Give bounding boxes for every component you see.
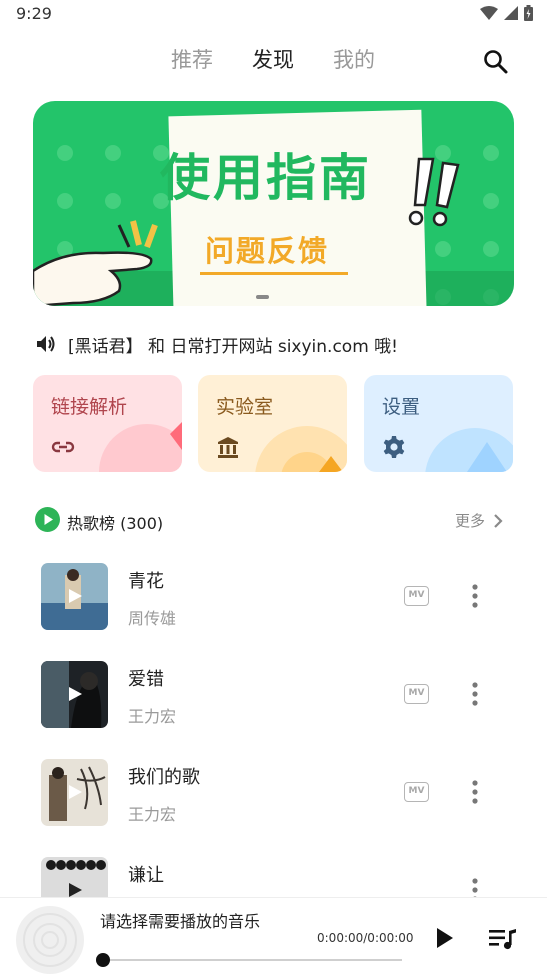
- album-cover[interactable]: [41, 661, 108, 728]
- disc-graphic: [23, 913, 77, 967]
- exclamation-marks-icon: [408, 157, 460, 227]
- album-art: [41, 661, 108, 728]
- notice-text: [黑话君】 和 日常打开网站 sixyin.com 哦!: [68, 336, 398, 357]
- mv-badge[interactable]: MV: [404, 586, 429, 606]
- wifi-icon: [480, 6, 498, 20]
- more-label: 更多: [454, 512, 485, 530]
- speaker-icon: [37, 336, 55, 352]
- link-parse-card[interactable]: 链接解析: [33, 375, 182, 472]
- card-label: 链接解析: [51, 396, 128, 418]
- cellular-signal-icon: [504, 6, 518, 20]
- play-icon[interactable]: [432, 926, 456, 950]
- song-artist: 周传雄: [128, 609, 177, 628]
- album-art: [41, 563, 108, 630]
- song-title: 青花: [128, 571, 164, 592]
- battery-icon: [524, 5, 533, 21]
- banner-page-indicator: [256, 295, 269, 299]
- song-row[interactable]: 青花 周传雄 MV: [0, 563, 547, 631]
- banner-title: 使用指南: [160, 149, 372, 207]
- card-decoration: [425, 428, 513, 472]
- album-cover[interactable]: [41, 759, 108, 826]
- more-button[interactable]: 更多: [455, 510, 503, 531]
- vinyl-disc-icon[interactable]: [16, 906, 84, 974]
- pointing-hand-icon: [33, 220, 158, 306]
- tab-discover[interactable]: 发现: [252, 44, 294, 74]
- more-vertical-icon[interactable]: [466, 779, 484, 805]
- mv-badge[interactable]: MV: [404, 684, 429, 704]
- link-icon: [51, 441, 75, 453]
- notice-bar[interactable]: [黑话君】 和 日常打开网站 sixyin.com 哦!: [36, 330, 398, 358]
- song-artist: 王力宏: [128, 707, 177, 726]
- progress-track[interactable]: [103, 959, 402, 961]
- card-label: 设置: [382, 396, 421, 418]
- song-row[interactable]: 爱错 王力宏 MV: [0, 661, 547, 729]
- status-bar: 9:29: [0, 0, 547, 28]
- progress-thumb[interactable]: [96, 953, 110, 967]
- album-cover[interactable]: [41, 563, 108, 630]
- mini-player[interactable]: 请选择需要播放的音乐 0:00:00/0:00:00: [0, 897, 547, 975]
- player-title: 请选择需要播放的音乐: [100, 912, 261, 931]
- banner-subtitle: 问题反馈: [205, 234, 330, 268]
- card-label: 实验室: [216, 396, 274, 418]
- play-circle-icon[interactable]: [35, 507, 60, 532]
- song-title: 谦让: [128, 865, 164, 886]
- settings-card[interactable]: 设置: [364, 375, 513, 472]
- card-decoration: [99, 422, 182, 472]
- mv-badge[interactable]: MV: [404, 782, 429, 802]
- player-time: 0:00:00/0:00:00: [317, 931, 414, 945]
- album-art: [41, 759, 108, 826]
- more-vertical-icon[interactable]: [466, 681, 484, 707]
- playlist-icon[interactable]: [489, 928, 517, 950]
- lab-card[interactable]: 实验室: [198, 375, 347, 472]
- more-vertical-icon[interactable]: [466, 583, 484, 609]
- hot-chart-header: 热歌榜 (300) 更多: [35, 507, 513, 533]
- museum-icon: [218, 437, 238, 458]
- song-row[interactable]: 我们的歌 王力宏 MV: [0, 759, 547, 827]
- song-artist: 王力宏: [128, 805, 177, 824]
- status-time: 9:29: [16, 4, 52, 23]
- top-nav: 推荐 发现 我的: [0, 40, 547, 80]
- banner-underline: [200, 272, 348, 275]
- song-title: 爱错: [128, 669, 164, 690]
- tab-mine[interactable]: 我的: [333, 44, 375, 74]
- chevron-right-icon: [494, 513, 503, 528]
- status-icons: [480, 5, 533, 21]
- gear-icon: [383, 436, 405, 458]
- search-icon[interactable]: [482, 48, 510, 76]
- card-decoration: [255, 426, 347, 472]
- tab-recommend[interactable]: 推荐: [171, 44, 213, 74]
- song-title: 我们的歌: [128, 767, 200, 788]
- hot-chart-title: 热歌榜 (300): [67, 514, 164, 533]
